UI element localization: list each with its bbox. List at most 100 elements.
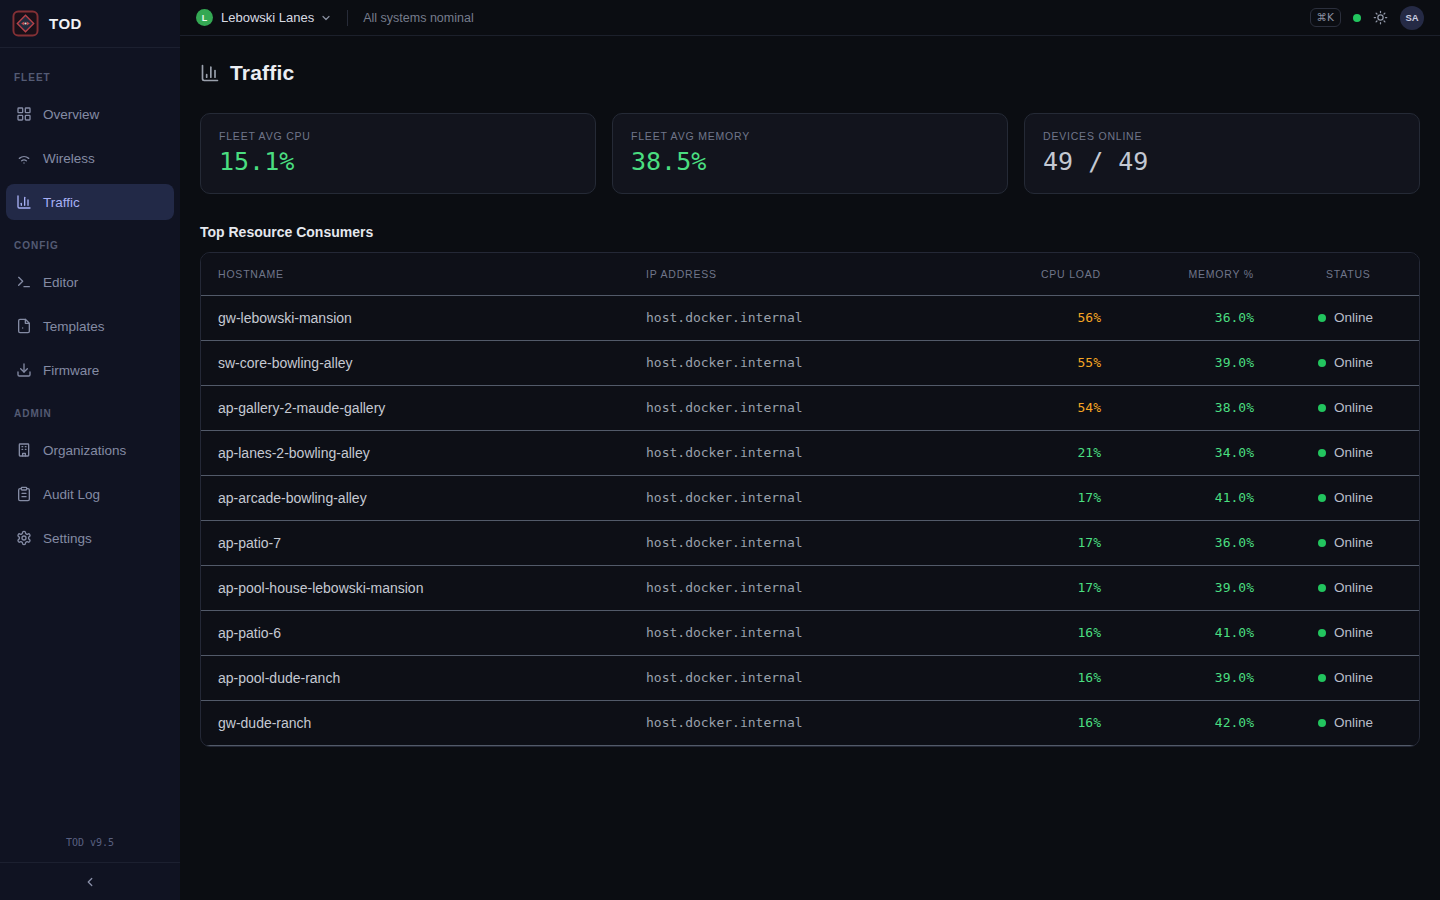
cell-hostname: sw-core-bowling-alley <box>201 340 629 385</box>
cell-ip: host.docker.internal <box>629 295 971 340</box>
sidebar-footer: TOD v9.5 <box>0 827 180 900</box>
online-dot <box>1318 314 1326 322</box>
sidebar-item[interactable]: Traffic <box>6 184 174 220</box>
cell-ip: host.docker.internal <box>629 475 971 520</box>
status-text: Online <box>1334 310 1373 325</box>
sidebar-item[interactable]: Organizations <box>6 432 174 468</box>
table-row: ap-patio-6 host.docker.internal 16% 41.0… <box>201 610 1419 655</box>
sidebar-item-label: Wireless <box>43 151 95 166</box>
cell-cpu: 16% <box>971 610 1101 655</box>
stat-value: 49 / 49 <box>1043 147 1401 176</box>
user-avatar[interactable]: SA <box>1400 6 1424 30</box>
cell-ip: host.docker.internal <box>629 700 971 745</box>
sidebar-item-label: Templates <box>43 319 105 334</box>
cell-status: Online <box>1254 655 1419 700</box>
table-row: ap-gallery-2-maude-gallery host.docker.i… <box>201 385 1419 430</box>
sidebar-item[interactable]: Templates <box>6 308 174 344</box>
col-ip: IP ADDRESS <box>629 253 971 295</box>
cell-memory: 36.0% <box>1101 520 1254 565</box>
nav-group-fleet: Overview Wireless Traffic <box>6 96 174 220</box>
stat-label: DEVICES ONLINE <box>1043 130 1401 142</box>
theme-toggle-sun-icon[interactable] <box>1373 10 1388 25</box>
sidebar-item[interactable]: Wireless <box>6 140 174 176</box>
org-switcher[interactable]: L Lebowski Lanes <box>196 9 332 26</box>
cell-hostname: ap-pool-dude-ranch <box>201 655 629 700</box>
table-row: gw-dude-ranch host.docker.internal 16% 4… <box>201 700 1419 745</box>
stat-value: 15.1% <box>219 147 577 176</box>
command-palette-shortcut[interactable]: ⌘K <box>1310 8 1341 27</box>
cell-cpu: 16% <box>971 700 1101 745</box>
system-status: All systems nominal <box>363 11 473 25</box>
nav-section-admin: ADMIN <box>6 396 174 432</box>
online-dot <box>1318 449 1326 457</box>
brand-header: TOD <box>0 0 180 48</box>
nav-section-config: CONFIG <box>6 228 174 264</box>
sidebar-item[interactable]: Firmware <box>6 352 174 388</box>
col-mem: MEMORY % <box>1101 253 1254 295</box>
cell-ip: host.docker.internal <box>629 520 971 565</box>
cell-memory: 41.0% <box>1101 475 1254 520</box>
cell-cpu: 54% <box>971 385 1101 430</box>
cell-status: Online <box>1254 520 1419 565</box>
online-dot <box>1318 404 1326 412</box>
stat-label: FLEET AVG CPU <box>219 130 577 142</box>
cell-ip: host.docker.internal <box>629 610 971 655</box>
cell-memory: 41.0% <box>1101 610 1254 655</box>
terminal-icon <box>16 274 32 290</box>
nav-group-admin: Organizations Audit Log Settings <box>6 432 174 556</box>
status-text: Online <box>1334 535 1373 550</box>
cell-memory: 39.0% <box>1101 655 1254 700</box>
online-dot <box>1318 584 1326 592</box>
download-icon <box>16 362 32 378</box>
cell-hostname: ap-pool-house-lebowski-mansion <box>201 565 629 610</box>
chevron-down-icon <box>320 12 332 24</box>
online-dot <box>1318 359 1326 367</box>
cell-cpu: 17% <box>971 565 1101 610</box>
stats-row: FLEET AVG CPU 15.1% FLEET AVG MEMORY 38.… <box>200 113 1420 194</box>
online-dot <box>1318 539 1326 547</box>
status-text: Online <box>1334 625 1373 640</box>
cell-memory: 38.0% <box>1101 385 1254 430</box>
cell-status: Online <box>1254 430 1419 475</box>
cell-cpu: 17% <box>971 475 1101 520</box>
cell-status: Online <box>1254 700 1419 745</box>
cell-ip: host.docker.internal <box>629 430 971 475</box>
cell-status: Online <box>1254 385 1419 430</box>
table-row: sw-core-bowling-alley host.docker.intern… <box>201 340 1419 385</box>
clipboard-icon <box>16 486 32 502</box>
sidebar-item-label: Overview <box>43 107 99 122</box>
cell-ip: host.docker.internal <box>629 385 971 430</box>
cell-cpu: 56% <box>971 295 1101 340</box>
sidebar-item-label: Editor <box>43 275 78 290</box>
stat-card: DEVICES ONLINE 49 / 49 <box>1024 113 1420 194</box>
cell-cpu: 21% <box>971 430 1101 475</box>
sidebar-item[interactable]: Settings <box>6 520 174 556</box>
stat-card: FLEET AVG CPU 15.1% <box>200 113 596 194</box>
sidebar-item-label: Firmware <box>43 363 99 378</box>
stat-card: FLEET AVG MEMORY 38.5% <box>612 113 1008 194</box>
sidebar-collapse-button[interactable] <box>0 862 180 900</box>
status-text: Online <box>1334 355 1373 370</box>
sidebar-item-label: Settings <box>43 531 92 546</box>
cell-ip: host.docker.internal <box>629 340 971 385</box>
building-icon <box>16 442 32 458</box>
sidebar-item[interactable]: Overview <box>6 96 174 132</box>
cell-ip: host.docker.internal <box>629 655 971 700</box>
col-hostname: HOSTNAME <box>201 253 629 295</box>
main-area: L Lebowski Lanes All systems nominal ⌘K … <box>180 0 1440 900</box>
cell-hostname: ap-patio-7 <box>201 520 629 565</box>
cell-hostname: gw-lebowski-mansion <box>201 295 629 340</box>
stat-value: 38.5% <box>631 147 989 176</box>
cell-cpu: 55% <box>971 340 1101 385</box>
wifi-icon <box>16 150 32 166</box>
chart-icon <box>16 194 32 210</box>
status-text: Online <box>1334 580 1373 595</box>
top-consumers-table: HOSTNAME IP ADDRESS CPU LOAD MEMORY % ST… <box>200 252 1420 747</box>
file-icon <box>16 318 32 334</box>
sidebar-item[interactable]: Audit Log <box>6 476 174 512</box>
status-text: Online <box>1334 445 1373 460</box>
tod-logo-icon <box>12 10 39 37</box>
org-name: Lebowski Lanes <box>221 10 314 25</box>
cell-hostname: ap-patio-6 <box>201 610 629 655</box>
sidebar-item[interactable]: Editor <box>6 264 174 300</box>
